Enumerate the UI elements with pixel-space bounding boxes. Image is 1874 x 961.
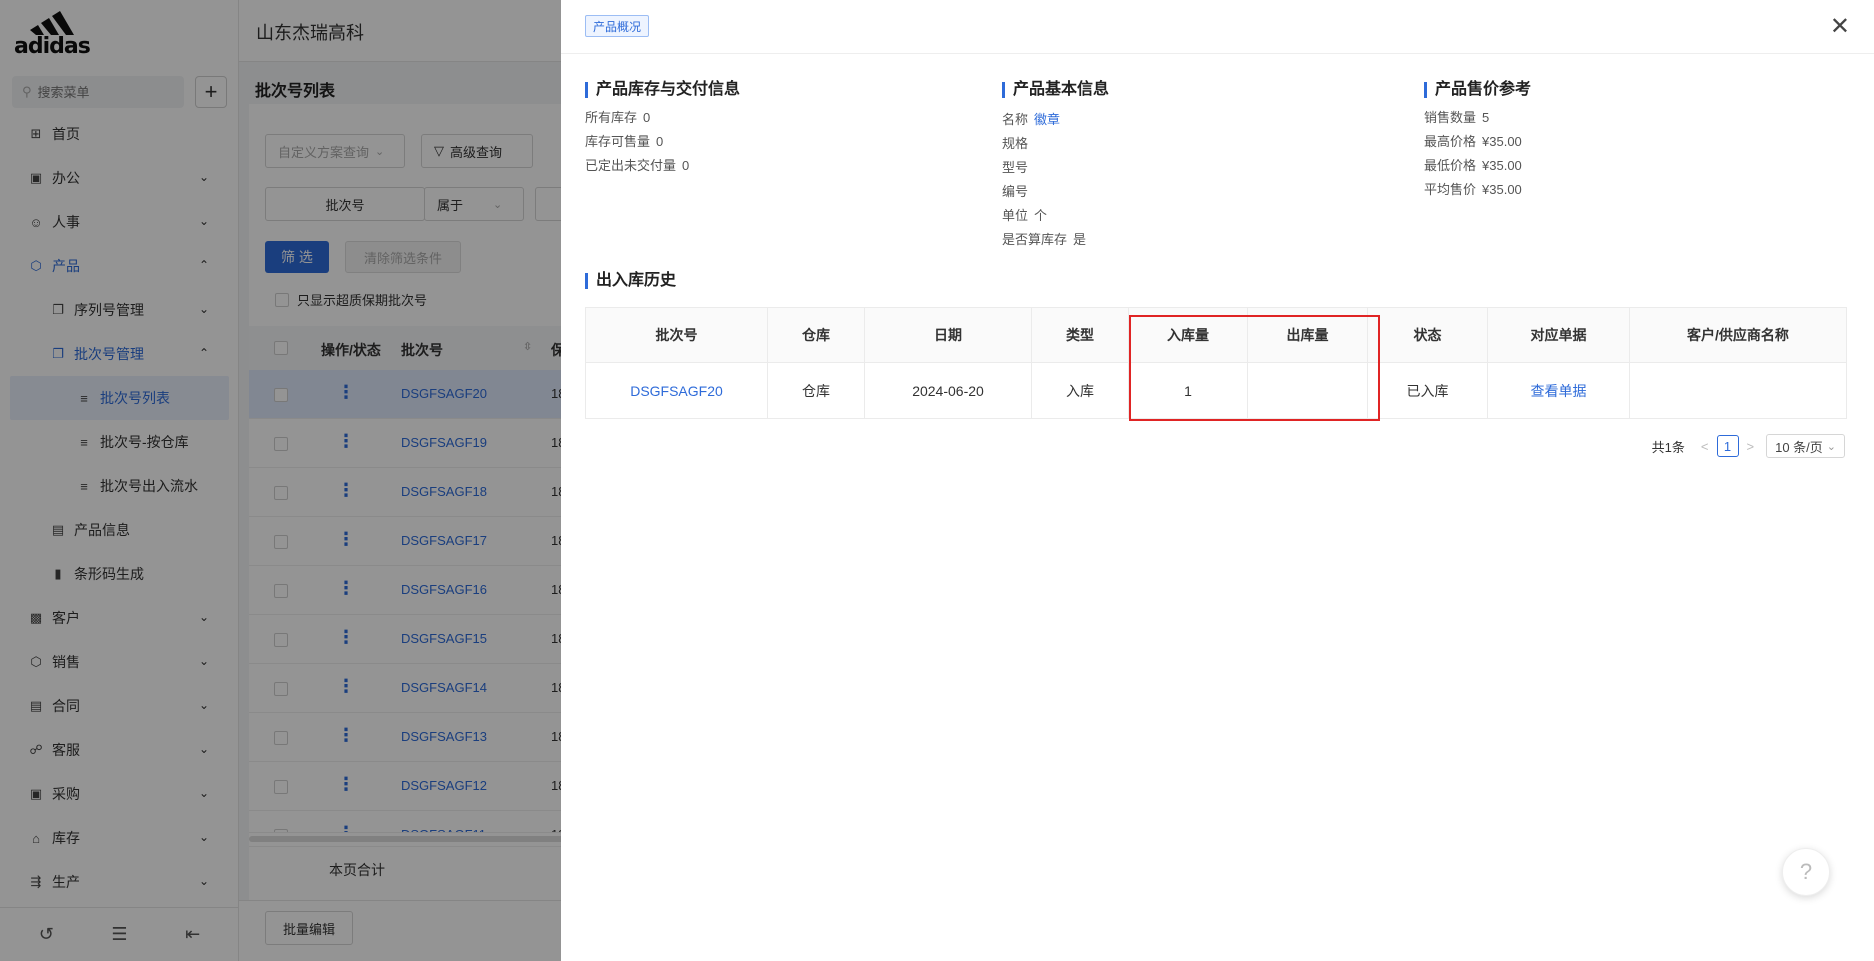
price-section-title: 产品售价参考 bbox=[1424, 81, 1531, 99]
drawer-tag: 产品概况 bbox=[585, 15, 650, 37]
pager-total: 共1条 bbox=[1651, 439, 1685, 455]
sales-qty-row: 销售数量 5 bbox=[1424, 106, 1522, 130]
code-label: 编号 bbox=[1002, 184, 1029, 199]
stock-undelivered-label: 已定出未交付量 bbox=[585, 158, 677, 173]
col-date: 日期 bbox=[865, 308, 1032, 362]
stock-info: 所有库存 0 库存可售量 0 已定出未交付量 0 bbox=[585, 106, 689, 178]
name-label: 名称 bbox=[1002, 112, 1029, 127]
stock-sellable-row: 库存可售量 0 bbox=[585, 130, 689, 154]
unit-value: 个 bbox=[1034, 208, 1048, 223]
close-icon[interactable]: ✕ bbox=[1830, 12, 1850, 41]
sales-qty-label: 销售数量 bbox=[1424, 110, 1477, 125]
avg-price-row: 平均售价 ¥35.00 bbox=[1424, 178, 1522, 202]
col-partner: 客户/供应商名称 bbox=[1687, 327, 1789, 343]
basic-info: 名称 徽章 规格 型号 编号 单位个 是否算库存是 bbox=[1002, 108, 1086, 252]
avg-price-value: ¥35.00 bbox=[1482, 182, 1522, 197]
max-price-value: ¥35.00 bbox=[1482, 134, 1522, 149]
spec-label: 规格 bbox=[1002, 136, 1029, 151]
stock-sellable-label: 库存可售量 bbox=[585, 134, 651, 149]
product-overview-drawer: 产品概况 ✕ 产品库存与交付信息 所有库存 0 库存可售量 0 已定出未交付量 0 产… bbox=[561, 0, 1874, 961]
min-price-value: ¥35.00 bbox=[1482, 158, 1522, 173]
col-batch: 批次号 bbox=[586, 308, 768, 362]
stock-section-title: 产品库存与交付信息 bbox=[585, 81, 740, 99]
name-row: 名称 徽章 bbox=[1002, 108, 1086, 132]
history-type: 入库 bbox=[1032, 363, 1129, 418]
col-status: 状态 bbox=[1368, 308, 1488, 362]
next-page-icon[interactable]: > bbox=[1747, 439, 1755, 454]
history-section-title: 出入库历史 bbox=[585, 272, 676, 290]
view-document-link[interactable]: 查看单据 bbox=[1488, 363, 1630, 418]
page-size-select[interactable]: 10 条/页 ⌄ bbox=[1766, 434, 1845, 458]
model-row: 型号 bbox=[1002, 156, 1086, 180]
stock-undelivered-row: 已定出未交付量 0 bbox=[585, 154, 689, 178]
page-size-label: 10 条/页 bbox=[1775, 439, 1823, 455]
stock-all-value: 0 bbox=[643, 110, 651, 125]
col-document: 对应单据 bbox=[1488, 308, 1630, 362]
stock-undelivered-value: 0 bbox=[682, 158, 690, 173]
help-icon[interactable]: ? bbox=[1782, 848, 1830, 896]
avg-price-label: 平均售价 bbox=[1424, 182, 1477, 197]
price-info: 销售数量 5 最高价格 ¥35.00 最低价格 ¥35.00 平均售价 ¥35.00 bbox=[1424, 106, 1522, 202]
basic-section-title: 产品基本信息 bbox=[1002, 81, 1109, 99]
prev-page-icon[interactable]: < bbox=[1701, 439, 1709, 454]
stock-all-row: 所有库存 0 bbox=[585, 106, 689, 130]
history-date: 2024-06-20 bbox=[865, 363, 1032, 418]
col-warehouse: 仓库 bbox=[768, 308, 865, 362]
stock-sellable-value: 0 bbox=[656, 134, 664, 149]
history-partner bbox=[1630, 363, 1846, 418]
min-price-row: 最低价格 ¥35.00 bbox=[1424, 154, 1522, 178]
stock-all-label: 所有库存 bbox=[585, 110, 638, 125]
code-row: 编号 bbox=[1002, 180, 1086, 204]
pagination: 共1条 < 1 > 10 条/页 ⌄ bbox=[1652, 434, 1845, 458]
max-price-label: 最高价格 bbox=[1424, 134, 1477, 149]
page-1-button[interactable]: 1 bbox=[1716, 435, 1739, 457]
highlight-box bbox=[1129, 315, 1380, 421]
count-stock-label: 是否算库存 bbox=[1002, 232, 1068, 247]
chevron-down-icon: ⌄ bbox=[1826, 440, 1836, 453]
unit-row: 单位个 bbox=[1002, 204, 1086, 228]
history-status: 已入库 bbox=[1368, 363, 1488, 418]
product-name-link[interactable]: 徽章 bbox=[1034, 112, 1060, 127]
history-warehouse: 仓库 bbox=[768, 363, 865, 418]
sales-qty-value: 5 bbox=[1482, 110, 1490, 125]
count-stock-value: 是 bbox=[1073, 232, 1087, 247]
col-type: 类型 bbox=[1032, 308, 1129, 362]
count-stock-row: 是否算库存是 bbox=[1002, 228, 1086, 252]
min-price-label: 最低价格 bbox=[1424, 158, 1477, 173]
unit-label: 单位 bbox=[1002, 208, 1029, 223]
max-price-row: 最高价格 ¥35.00 bbox=[1424, 130, 1522, 154]
history-batch-link[interactable]: DSGFSAGF20 bbox=[586, 363, 768, 418]
spec-row: 规格 bbox=[1002, 132, 1086, 156]
drawer-header: 产品概况 ✕ bbox=[561, 0, 1874, 54]
model-label: 型号 bbox=[1002, 160, 1029, 175]
